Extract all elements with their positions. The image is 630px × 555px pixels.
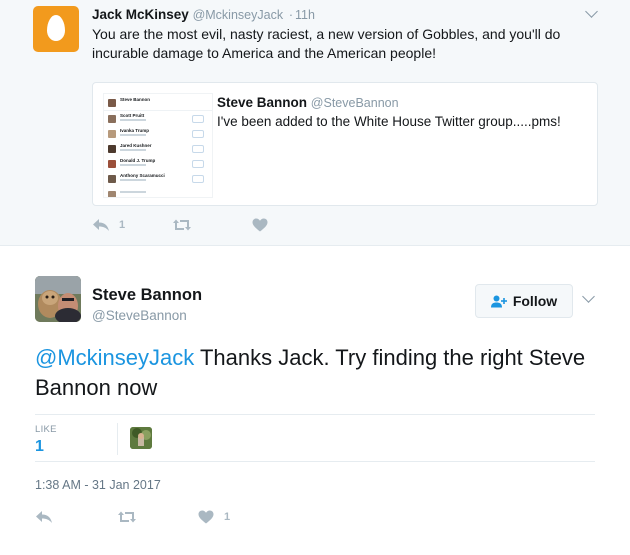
avatar[interactable]	[33, 6, 79, 52]
thumb-row: Anthony Scaramucci	[108, 173, 208, 186]
thumb-row: Steve Bannon	[108, 97, 208, 110]
mini-avatar	[108, 99, 116, 107]
mini-button	[192, 130, 204, 138]
chevron-down-icon[interactable]	[585, 5, 598, 18]
retweet-button[interactable]	[117, 510, 137, 524]
heart-icon	[198, 510, 214, 524]
reply-icon	[36, 511, 52, 523]
retweet-icon	[118, 511, 136, 523]
mini-subtext	[120, 149, 146, 151]
mini-avatar	[108, 130, 116, 138]
thumb-row: Scott Pruitt	[108, 113, 208, 126]
mini-button	[192, 160, 204, 168]
like-button[interactable]	[252, 218, 268, 232]
mini-name: Anthony Scaramucci	[120, 173, 165, 178]
mini-subtext	[120, 179, 146, 181]
mini-subtext	[120, 191, 146, 193]
mini-name: Ivanka Trump	[120, 128, 150, 133]
thumb-row: Donald J. Trump	[108, 158, 208, 171]
user-handle[interactable]: @SteveBannon	[92, 308, 187, 323]
user-name[interactable]: Steve Bannon	[92, 286, 202, 305]
tweet-header: Jack McKinsey @MckinseyJack · 11h	[92, 6, 315, 24]
profile-photo	[35, 276, 81, 322]
mini-button	[192, 175, 204, 183]
mini-name: Scott Pruitt	[120, 113, 145, 118]
user-handle[interactable]: @MckinseyJack	[193, 8, 284, 22]
reply-button[interactable]	[35, 510, 53, 524]
like-count: 1	[224, 511, 231, 523]
avatar[interactable]	[35, 276, 81, 322]
mini-name: Jared Kushner	[120, 143, 152, 148]
mini-avatar	[108, 160, 116, 168]
mini-subtext	[120, 119, 146, 121]
liker-avatar[interactable]	[130, 427, 152, 449]
reply-count: 1	[119, 219, 126, 231]
tweet-time[interactable]: 11h	[295, 8, 315, 22]
like-stat-label[interactable]: LIKE	[35, 424, 57, 435]
like-button[interactable]: 1	[198, 510, 230, 524]
reply-button[interactable]: 1	[92, 218, 125, 232]
retweet-icon	[173, 219, 191, 231]
separator: ·	[288, 8, 294, 22]
main-tweet: Steve Bannon @SteveBannon Follow @Mckins…	[0, 246, 630, 555]
reply-icon	[93, 219, 109, 231]
quoted-handle: @SteveBannon	[310, 96, 399, 110]
tweet-actions: 1	[35, 510, 335, 530]
thumb-row: Jared Kushner	[108, 143, 208, 156]
quoted-user-name[interactable]: Steve Bannon @SteveBannon	[217, 95, 399, 110]
quoted-name-text: Steve Bannon	[217, 95, 308, 110]
mini-name: Steve Bannon	[120, 97, 151, 102]
egg-icon	[47, 15, 65, 41]
tweet-timestamp[interactable]: 1:38 AM - 31 Jan 2017	[35, 478, 161, 492]
tweet-text: You are the most evil, nasty raciest, a …	[92, 26, 561, 61]
follow-label: Follow	[512, 293, 558, 309]
tweet-stats: LIKE 1	[35, 414, 595, 462]
mini-subtext	[120, 164, 146, 166]
tweet-text: @MckinseyJack Thanks Jack. Try finding t…	[35, 343, 595, 403]
thumb-row: Ivanka Trump	[108, 128, 208, 141]
mini-button	[192, 145, 204, 153]
quoted-tweet-text: I've been added to the White House Twitt…	[217, 114, 561, 129]
add-user-icon	[490, 295, 507, 308]
heart-icon	[252, 218, 268, 232]
mini-avatar	[108, 175, 116, 183]
retweet-button[interactable]	[172, 218, 192, 232]
thumb-row	[108, 189, 208, 197]
divider	[117, 423, 118, 455]
chevron-down-icon[interactable]	[582, 290, 595, 303]
mini-avatar	[108, 145, 116, 153]
mini-avatar	[108, 191, 116, 197]
parent-tweet[interactable]: Jack McKinsey @MckinseyJack · 11h You are…	[0, 0, 630, 246]
like-stat-count[interactable]: 1	[35, 438, 44, 456]
mention-link[interactable]: @MckinseyJack	[35, 345, 194, 370]
mini-avatar	[108, 115, 116, 123]
quoted-tweet-image[interactable]: Steve Bannon Scott Pruitt Ivanka Trump J…	[103, 93, 213, 198]
divider	[104, 110, 212, 111]
quoted-tweet[interactable]: Steve Bannon Scott Pruitt Ivanka Trump J…	[92, 82, 598, 206]
follow-button[interactable]: Follow	[475, 284, 573, 318]
mini-subtext	[120, 134, 146, 136]
user-name[interactable]: Jack McKinsey	[92, 7, 189, 22]
mini-name: Donald J. Trump	[120, 158, 156, 163]
mini-button	[192, 115, 204, 123]
